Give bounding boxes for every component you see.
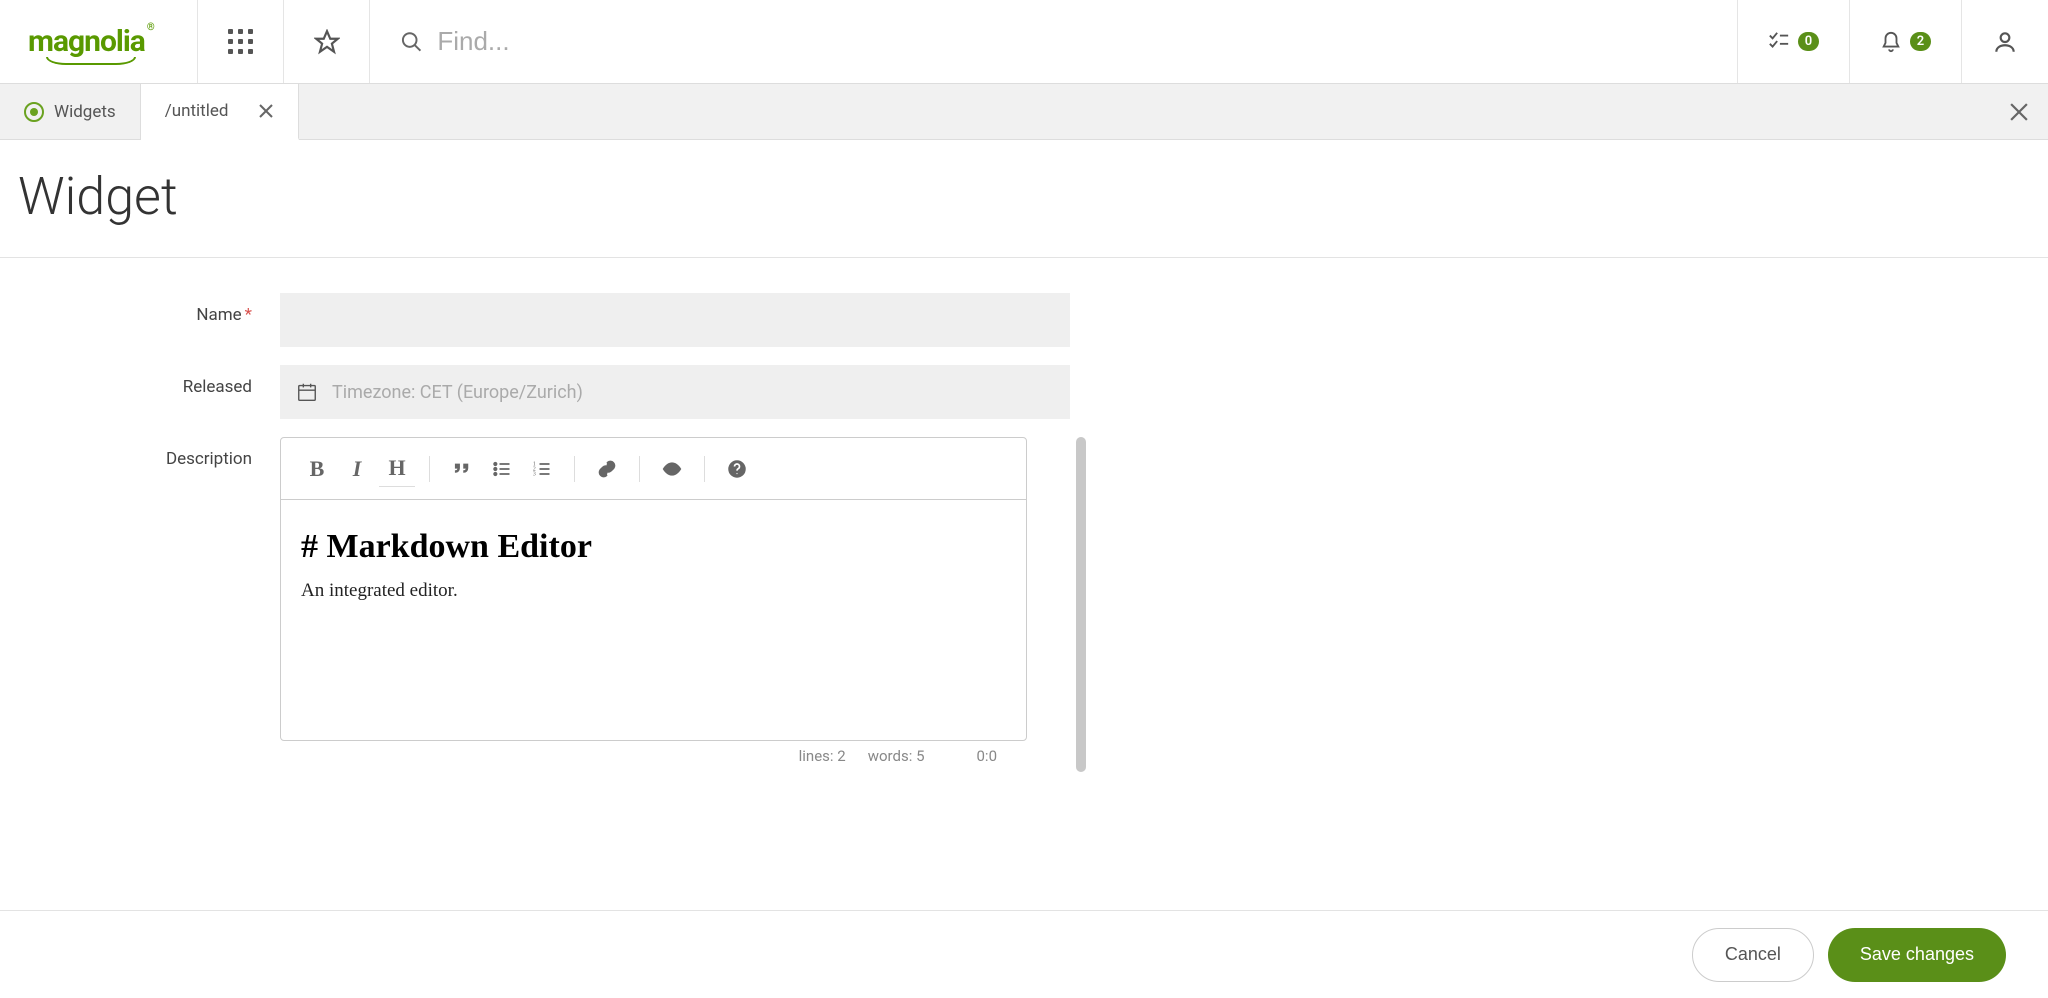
md-ol-button[interactable]: 1 2 3 xyxy=(524,451,560,487)
form-area: Name* Released Timezone: CET (Europe/Zur… xyxy=(0,258,2048,818)
md-heading-line: # Markdown Editor xyxy=(301,528,1006,566)
svg-text:3: 3 xyxy=(533,471,536,477)
md-help-button[interactable] xyxy=(719,451,755,487)
tab-app-widgets[interactable]: Widgets xyxy=(0,84,141,139)
field-row-released: Released Timezone: CET (Europe/Zurich) xyxy=(0,365,2048,419)
md-ul-button[interactable] xyxy=(484,451,520,487)
favorites-button[interactable] xyxy=(284,0,370,83)
label-released: Released xyxy=(0,365,280,397)
label-name: Name* xyxy=(0,293,280,325)
app-launcher-button[interactable] xyxy=(198,0,284,83)
status-dot-icon xyxy=(24,102,44,122)
field-row-name: Name* xyxy=(0,293,2048,347)
search-input[interactable] xyxy=(437,26,1737,57)
page-title: Widget xyxy=(18,166,2030,227)
bell-icon xyxy=(1880,31,1902,53)
help-icon xyxy=(727,459,747,479)
released-placeholder: Timezone: CET (Europe/Zurich) xyxy=(332,382,583,403)
md-heading-button[interactable]: H xyxy=(379,451,415,487)
tab-app-label: Widgets xyxy=(54,102,116,122)
tasks-icon xyxy=(1768,31,1790,53)
editor-scrollbar-thumb[interactable] xyxy=(1076,437,1086,772)
quote-icon xyxy=(452,459,472,479)
md-preview-button[interactable] xyxy=(654,451,690,487)
cancel-button[interactable]: Cancel xyxy=(1692,928,1814,982)
notifications-button[interactable]: 2 xyxy=(1850,0,1962,83)
field-row-description: Description B I H xyxy=(0,437,2048,765)
star-icon xyxy=(314,29,340,55)
ordered-list-icon: 1 2 3 xyxy=(532,459,552,479)
md-quote-button[interactable] xyxy=(444,451,480,487)
search-bar[interactable] xyxy=(370,0,1738,83)
notifications-badge: 2 xyxy=(1910,32,1931,51)
md-paragraph-line: An integrated editor. xyxy=(301,580,1006,602)
brand-name: magnolia® xyxy=(28,24,152,59)
tab-bar: Widgets /untitled xyxy=(0,84,2048,140)
link-icon xyxy=(597,459,617,479)
md-italic-button[interactable]: I xyxy=(339,451,375,487)
brand-logo[interactable]: magnolia® xyxy=(0,0,198,83)
md-link-button[interactable] xyxy=(589,451,625,487)
tasks-badge: 0 xyxy=(1798,32,1819,51)
md-bold-button[interactable]: B xyxy=(299,451,335,487)
markdown-editor: B I H xyxy=(280,437,1027,741)
unordered-list-icon xyxy=(492,459,512,479)
search-icon xyxy=(400,30,423,54)
markdown-toolbar: B I H xyxy=(281,438,1026,500)
user-icon xyxy=(1992,29,2018,55)
apps-grid-icon xyxy=(228,29,253,54)
tab-sub-untitled[interactable]: /untitled xyxy=(141,84,300,140)
tab-close-button[interactable] xyxy=(258,103,274,119)
page-title-section: Widget xyxy=(0,140,2048,258)
tabbar-close-button[interactable] xyxy=(2010,103,2028,121)
released-date-field[interactable]: Timezone: CET (Europe/Zurich) xyxy=(280,365,1070,419)
name-input[interactable] xyxy=(280,293,1070,347)
editor-scrollbar[interactable] xyxy=(1076,437,1086,772)
eye-icon xyxy=(662,459,682,479)
label-description: Description xyxy=(0,437,280,469)
form-footer: Cancel Save changes xyxy=(0,910,2048,998)
markdown-content[interactable]: # Markdown Editor An integrated editor. xyxy=(281,500,1026,740)
markdown-status-bar: lines: 2 words: 5 0:0 xyxy=(280,747,1027,765)
app-header: magnolia® 0 2 xyxy=(0,0,2048,84)
user-menu-button[interactable] xyxy=(1962,0,2048,83)
save-button[interactable]: Save changes xyxy=(1828,928,2006,982)
tab-sub-label: /untitled xyxy=(165,101,229,121)
tasks-button[interactable]: 0 xyxy=(1738,0,1850,83)
calendar-icon xyxy=(296,381,318,403)
